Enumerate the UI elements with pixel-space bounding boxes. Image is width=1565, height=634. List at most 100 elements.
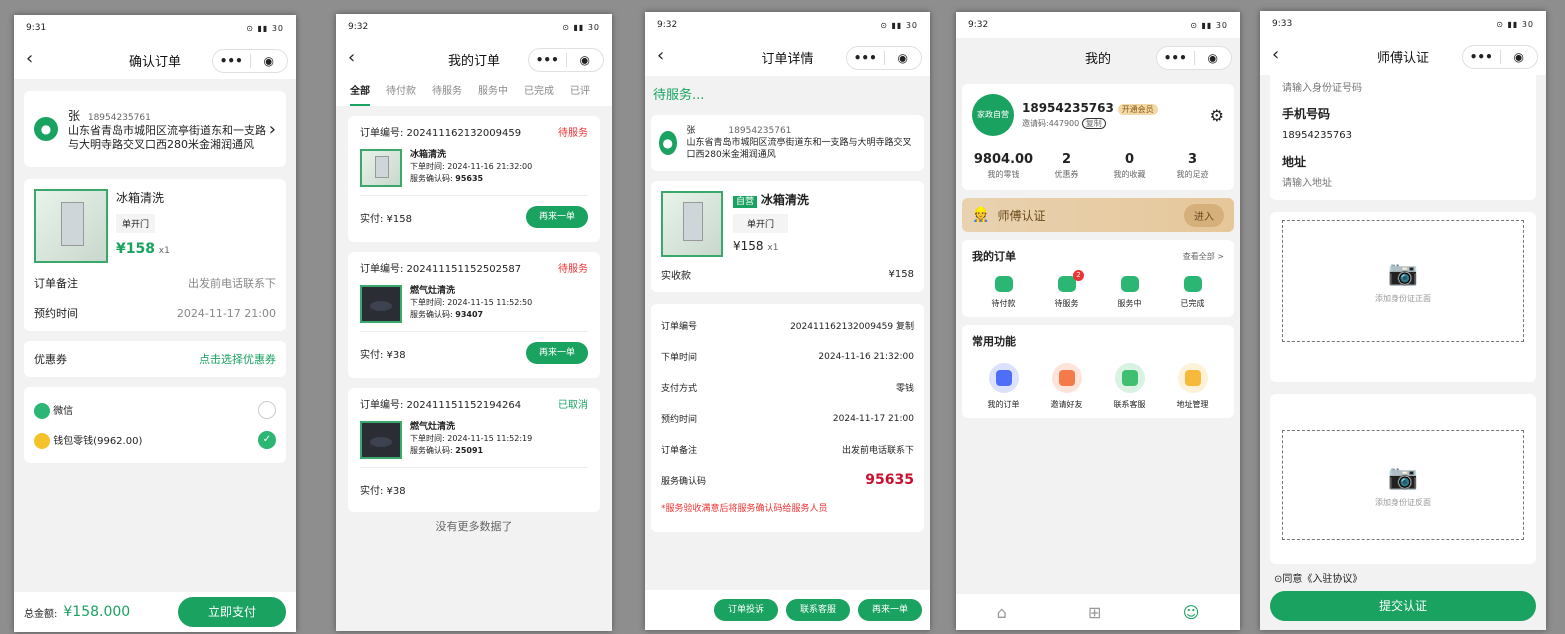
order-paid: 实付: ¥158 [360, 213, 412, 225]
capsule-menu[interactable]: ••• ◉ [528, 48, 604, 72]
more-icon[interactable]: ••• [529, 53, 566, 67]
action-button-1[interactable]: 联系客服 [786, 599, 850, 621]
home-tab-icon[interactable]: ⌂ [997, 603, 1007, 622]
contact-phone: 18954235761 [728, 126, 792, 136]
pay-option-wechat[interactable]: 微信 [34, 395, 276, 425]
order-code: 93407 [455, 310, 484, 319]
order-body: 燃气灶清洗 下单时间: 2024-11-15 11:52:19 服务确认码: 250… [360, 421, 588, 468]
phone-value[interactable]: 18954235763 [1282, 130, 1524, 141]
settings-icon[interactable]: ⚙ [1210, 106, 1224, 125]
id-front-upload[interactable]: 📷 添加身份证正面 [1282, 220, 1524, 342]
enter-button[interactable]: 进入 [1184, 203, 1224, 227]
coupon-select-link[interactable]: 点击选择优惠券 [199, 351, 276, 367]
master-cert-label: 师傅认证 [997, 208, 1046, 223]
order-number: 订单编号: 202411151152502587 [360, 264, 522, 275]
master-cert-screen: 9:33 ⊙ ▮▮ 30 ‹ 师傅认证 •••◉ 手机号码 18954235763… [1260, 11, 1546, 630]
close-icon[interactable]: ◉ [567, 53, 604, 67]
appointment-label: 预约时间 [34, 307, 78, 320]
tab-3[interactable]: 服务中 [478, 78, 508, 106]
order-shortcut[interactable]: 已完成 [1161, 276, 1224, 309]
order-shortcut-label: 待服务 [1054, 299, 1079, 308]
product-price: ¥158 [116, 241, 155, 257]
order-status-icon [1057, 276, 1076, 292]
back-icon[interactable]: ‹ [26, 48, 33, 69]
order-card[interactable]: 订单编号: 202411162132009459 待服务 冰箱清洗 下单时间: 202… [348, 116, 600, 242]
order-shortcut[interactable]: 2 待服务 [1035, 270, 1098, 309]
reorder-button[interactable]: 再来一单 [526, 342, 588, 364]
avatar[interactable]: 家政自营 [972, 94, 1014, 136]
remark-label: 订单备注 [34, 277, 78, 290]
more-icon[interactable]: ••• [213, 54, 250, 68]
address-card[interactable]: ● 张 18954235761 山东省青岛市城阳区流亭街道东和一支路与大明寺路交… [24, 91, 286, 167]
close-icon[interactable]: ◉ [1501, 50, 1538, 64]
action-button-0[interactable]: 订单投诉 [714, 599, 778, 621]
stat-item[interactable]: 2 优惠券 [1035, 152, 1098, 180]
order-card[interactable]: 订单编号: 202411151152502587 待服务 燃气灶清洗 下单时间: 20… [348, 252, 600, 378]
order-shortcut[interactable]: 待付款 [972, 276, 1035, 309]
vip-badge[interactable]: 开通会员 [1117, 104, 1158, 115]
id-back-upload[interactable]: 📷 添加身份证反面 [1282, 430, 1524, 540]
action-button-2[interactable]: 再来一单 [858, 599, 922, 621]
product-spec: 单开门 [116, 214, 156, 233]
order-paid: 实付: ¥38 [360, 349, 406, 361]
capsule-menu[interactable]: ••• ◉ [1156, 46, 1232, 70]
close-icon[interactable]: ◉ [885, 51, 922, 65]
copy-button[interactable]: 复制 [1081, 118, 1106, 129]
stat-item[interactable]: 0 我的收藏 [1098, 152, 1161, 180]
stat-label: 我的零钱 [987, 170, 1020, 179]
my-orders-screen: 9:32 ⊙ ▮▮ 30 ‹ 我的订单 ••• ◉ 全部 待付款 待服务 服务中 已完成 已评… [336, 14, 612, 631]
category-tab-icon[interactable]: ⊞ [1088, 603, 1101, 622]
reorder-button[interactable]: 再来一单 [526, 206, 588, 228]
tab-0[interactable]: 全部 [350, 78, 370, 106]
order-card[interactable]: 订单编号: 202411151152194264 已取消 燃气灶清洗 下单时间: 20… [348, 388, 600, 512]
pay-now-button[interactable]: 立即支付 [178, 597, 286, 627]
tab-1[interactable]: 待付款 [386, 78, 416, 106]
tab-2[interactable]: 待服务 [432, 78, 462, 106]
pay-option-wallet[interactable]: 钱包零钱(9962.00) ✓ [34, 425, 276, 455]
function-shortcut[interactable]: 我的订单 [972, 363, 1035, 410]
back-icon[interactable]: ‹ [657, 45, 664, 66]
radio-checked-icon[interactable]: ✓ [258, 431, 276, 449]
product-qty: x1 [158, 246, 170, 256]
profile-tab-icon[interactable]: ☺ [1183, 603, 1200, 622]
contact-name: 张 [686, 126, 696, 136]
id-number-input[interactable] [1282, 79, 1524, 97]
product-image [34, 189, 108, 263]
agreement-checkbox[interactable]: ⊙同意《入驻协议》 [1274, 570, 1532, 585]
info-row: 支付方式 零钱 [661, 372, 914, 403]
order-info: 燃气灶清洗 下单时间: 2024-11-15 11:52:19 服务确认码: 250… [410, 421, 532, 459]
capsule-menu[interactable]: ••• ◉ [212, 49, 288, 73]
no-more-data: 没有更多数据了 [435, 520, 513, 533]
capsule-menu[interactable]: ••• ◉ [1462, 45, 1538, 69]
more-icon[interactable]: ••• [1463, 50, 1500, 64]
function-icon [988, 363, 1019, 393]
submit-button[interactable]: 提交认证 [1270, 591, 1536, 621]
close-icon[interactable]: ◉ [251, 54, 288, 68]
back-icon[interactable]: ‹ [1272, 44, 1279, 65]
more-icon[interactable]: ••• [1157, 51, 1194, 65]
address-label: 地址 [1282, 155, 1307, 169]
more-icon[interactable]: ••• [847, 51, 884, 65]
stat-item[interactable]: 9804.00 我的零钱 [972, 152, 1035, 180]
function-shortcut[interactable]: 地址管理 [1161, 363, 1224, 410]
worker-icon: 👷 [972, 207, 990, 223]
capsule-menu[interactable]: ••• ◉ [846, 46, 922, 70]
address-input[interactable] [1282, 174, 1524, 192]
function-shortcut[interactable]: 邀请好友 [1035, 363, 1098, 410]
view-all-link[interactable]: 查看全部 > [1183, 251, 1224, 262]
tab-5[interactable]: 已评 [570, 78, 590, 106]
radio-unchecked-icon[interactable] [258, 401, 276, 419]
order-product: 燃气灶清洗 [410, 422, 456, 432]
stat-item[interactable]: 3 我的足迹 [1161, 152, 1224, 180]
coupon-row[interactable]: 优惠券 点击选择优惠券 [24, 341, 286, 377]
order-shortcut[interactable]: 服务中 [1098, 276, 1161, 309]
tab-4[interactable]: 已完成 [524, 78, 554, 106]
order-thumb [360, 149, 402, 187]
close-icon[interactable]: ◉ [1195, 51, 1232, 65]
form-card: 手机号码 18954235763 地址 [1270, 75, 1536, 200]
master-cert-banner[interactable]: 👷 师傅认证 进入 [962, 198, 1234, 232]
product-qty: x1 [767, 243, 779, 253]
back-icon[interactable]: ‹ [348, 47, 355, 68]
product-name: 冰箱清洗 [760, 193, 809, 207]
function-shortcut[interactable]: 联系客服 [1098, 363, 1161, 410]
